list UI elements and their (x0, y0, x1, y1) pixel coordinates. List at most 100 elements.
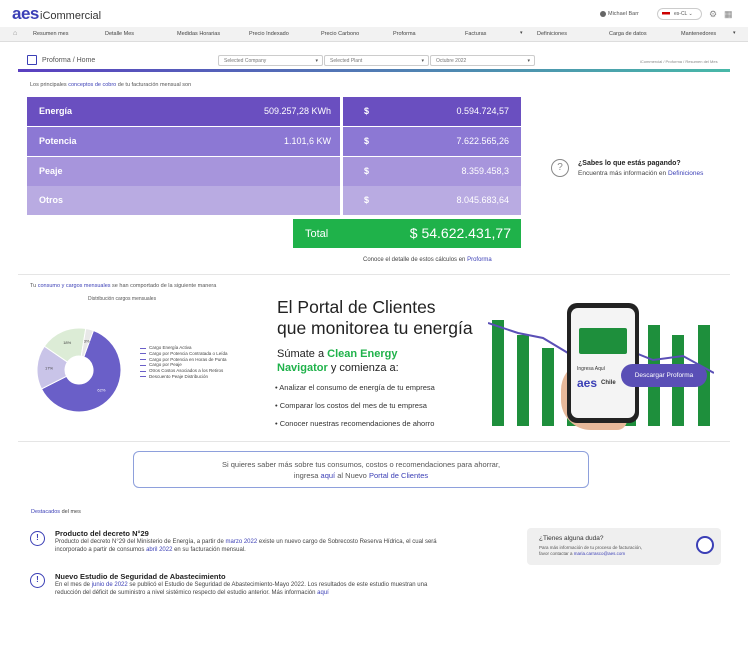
summary-row-potencia: Potencia 1.101,6 KW $ 7.622.565,26 (27, 127, 521, 156)
question-title: ¿Sabes lo que estás pagando? (578, 160, 681, 167)
home-icon[interactable]: ⌂ (13, 30, 17, 37)
banner-list-item: • Analizar el consumo de energía de tu e… (275, 383, 435, 392)
row-currency: $ (364, 195, 370, 205)
help-box: ¿Tienes alguna duda? Para más informació… (527, 528, 721, 565)
nav-item-resumen-mes[interactable]: Resumen mes (33, 31, 68, 37)
phone-image: Ingresa Aquí aes Chile (567, 303, 639, 423)
company-select-value: Selected Company (224, 58, 267, 64)
plant-select[interactable]: Selected Plant ▾ (324, 55, 429, 66)
nav-item-precio-carbono[interactable]: Precio Carbono (321, 31, 359, 37)
intro-link[interactable]: conceptos de cobro (68, 82, 116, 88)
summary-row-peaje: Peaje $ 8.359.458,3 (27, 157, 521, 186)
nav-item-facturas[interactable]: Facturas (465, 31, 486, 37)
row-label: Otros (39, 195, 64, 205)
consumption-text: Tu consumo y cargos mensuales se han com… (30, 283, 217, 289)
banner-list-item: • Conocer nuestras recomendaciones de ah… (275, 419, 435, 428)
pie-slice-label: 3% (84, 338, 90, 343)
divider (18, 274, 730, 275)
banner-list-item: • Comparar los costos del mes de tu empr… (275, 401, 427, 410)
banner-title: El Portal de Clientes que monitorea tu en… (277, 297, 473, 338)
row-amount: 8.045.683,64 (456, 195, 509, 205)
row-currency: $ (364, 166, 370, 176)
aes-logo[interactable]: aes (12, 4, 39, 24)
detail-text: Conoce el detalle de estos cálculos en P… (363, 257, 492, 263)
help-email-link[interactable]: maria.carrasco@aes.com (574, 551, 625, 556)
question-subtitle: Encuentra más información en Definicione… (578, 170, 704, 177)
nav-item-proforma[interactable]: Proforma (393, 31, 416, 37)
accent-bar (18, 69, 730, 72)
chevron-down-icon[interactable]: ▾ (733, 30, 736, 36)
nav-item-carga-datos[interactable]: Carga de datos (609, 31, 647, 37)
download-proforma-button[interactable]: Descargar Proforma (621, 364, 707, 387)
row-amount: 8.359.458,3 (461, 166, 509, 176)
divider (18, 441, 730, 442)
row-currency: $ (364, 106, 370, 116)
help-title: ¿Tienes alguna duda? (539, 535, 604, 542)
news-link[interactable]: marzo 2022 (226, 539, 258, 545)
row-label: Peaje (39, 166, 63, 176)
user-name[interactable]: Michael Barr (608, 11, 639, 17)
summary-row-energia: Energía 509.257,28 KWh $ 0.594.724,57 (27, 97, 521, 126)
nav-item-definiciones[interactable]: Definiciones (537, 31, 567, 37)
user-icon (600, 11, 606, 17)
pie-slice-label: 17% (45, 365, 53, 370)
month-select-value: Octubre 2022 (436, 58, 467, 64)
nav-item-medidas-horarias[interactable]: Medidas Horarias (177, 31, 220, 37)
banner-subtitle: Súmate a Clean Energy Navigator y comienz… (277, 348, 399, 374)
pie-slice-label: 62% (97, 387, 105, 392)
language-label: es-CL (674, 11, 688, 17)
row-quantity: 509.257,28 KWh (263, 106, 331, 116)
apps-grid-icon[interactable]: ▦ (724, 9, 733, 20)
phone-brand: aes (577, 376, 598, 390)
question-icon: ? (551, 159, 569, 177)
row-quantity: 1.101,6 KW (283, 136, 331, 146)
news-link[interactable]: aquí (317, 590, 329, 596)
news-link[interactable]: abril 2022 (146, 547, 172, 553)
phone-label: Ingresa Aquí (577, 366, 606, 372)
chevron-down-icon: ▾ (421, 58, 424, 64)
nav-item-mantenedores[interactable]: Mantenedores (681, 31, 716, 37)
plant-select-value: Selected Plant (330, 58, 363, 64)
language-select[interactable]: es-CL ⌄ (657, 8, 702, 20)
info-icon: ! (30, 573, 45, 588)
info-icon: ! (30, 531, 45, 546)
chevron-down-icon: ▾ (315, 58, 318, 64)
phone-country: Chile (601, 380, 616, 386)
news-title: Producto del decreto N°29 (55, 529, 149, 538)
news-link[interactable]: junio de 2022 (92, 582, 128, 588)
row-amount: 0.594.724,57 (456, 106, 509, 116)
portal-notice: Si quieres saber más sobre tus consumos,… (133, 451, 589, 488)
total-value: $ 54.622.431,77 (409, 225, 511, 241)
news-body: En el mes de junio de 2022 se publicó el… (55, 582, 428, 596)
nav-item-detalle-mes[interactable]: Detalle Mes (105, 31, 134, 37)
proforma-link[interactable]: Proforma (467, 257, 492, 263)
total-box: Total $ 54.622.431,77 (293, 219, 521, 248)
destacados-title: Destacados del mes (31, 509, 81, 515)
help-text: Para más información de tu proceso de fa… (539, 545, 643, 556)
page-title: Proforma / Home (42, 57, 96, 64)
flag-icon (662, 12, 670, 17)
summary-row-otros: Otros $ 8.045.683,64 (27, 186, 521, 215)
breadcrumb: iCommercial / Proforma / Resumen del Mes (640, 59, 718, 64)
legend-item: Descuento Peaje Distribución (140, 374, 228, 380)
consumption-link[interactable]: consumo y cargos mensuales (38, 283, 111, 289)
portal-clientes-link[interactable]: Portal de Clientes (369, 471, 428, 480)
chevron-down-icon[interactable]: ▾ (520, 30, 523, 36)
chevron-down-icon: ▾ (527, 58, 530, 64)
intro-text: Los principales conceptos de cobro de tu… (30, 82, 192, 88)
app-name: iCommercial (40, 10, 102, 22)
news-title: Nuevo Estudio de Seguridad de Abastecimi… (55, 572, 226, 581)
definiciones-link[interactable]: Definiciones (668, 170, 703, 177)
aqui-link[interactable]: aquí (321, 471, 336, 480)
month-select[interactable]: Octubre 2022 ▾ (430, 55, 535, 66)
row-label: Potencia (39, 136, 77, 146)
row-label: Energía (39, 106, 73, 116)
nav-item-precio-indexado[interactable]: Precio Indexado (249, 31, 289, 37)
row-currency: $ (364, 136, 370, 146)
calendar-icon (27, 55, 37, 65)
total-label: Total (305, 228, 329, 240)
main-nav: ⌂ Resumen mes Detalle Mes Medidas Horari… (0, 27, 748, 42)
chart-legend: Cargo Energía Activa Cargo por Potencia … (140, 345, 228, 380)
gear-icon[interactable]: ⚙ (709, 9, 717, 20)
company-select[interactable]: Selected Company ▾ (218, 55, 323, 66)
